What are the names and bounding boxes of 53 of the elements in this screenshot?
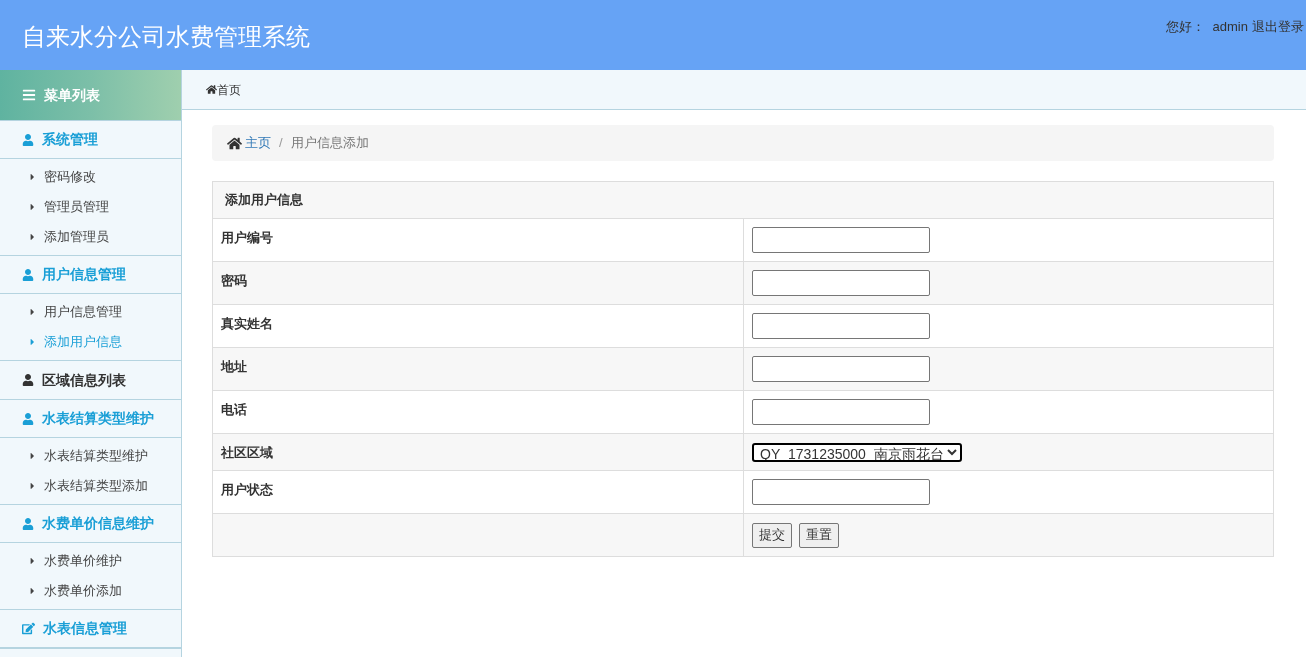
caret-icon bbox=[29, 232, 36, 242]
region-select[interactable]: QY_1731235000_南京雨花台 bbox=[752, 442, 962, 462]
user-icon bbox=[22, 412, 34, 425]
user-icon bbox=[22, 133, 34, 146]
form-button[interactable]: 重置 bbox=[799, 522, 839, 548]
logout-link[interactable]: 退出登录 bbox=[1252, 17, 1304, 37]
input-field[interactable] bbox=[752, 270, 930, 296]
menu-item[interactable]: 水表结算类型添加 bbox=[0, 471, 181, 501]
sidebar-title: 菜单列表 bbox=[44, 85, 100, 105]
input-field[interactable] bbox=[752, 313, 930, 339]
caret-icon bbox=[29, 202, 36, 212]
field-label: 地址 bbox=[221, 359, 247, 374]
menu-icon bbox=[22, 88, 36, 102]
site-title: 自来水分公司水费管理系统 bbox=[22, 22, 310, 52]
caret-icon bbox=[29, 172, 36, 182]
menu-group[interactable]: 区域信息列表 bbox=[0, 361, 181, 399]
field-label: 用户编号 bbox=[221, 230, 273, 245]
caret-icon bbox=[29, 481, 36, 491]
form-heading: 添加用户信息 bbox=[213, 182, 1273, 219]
menu-item[interactable]: 管理员管理 bbox=[0, 192, 181, 222]
menu-item[interactable]: 水表结算类型维护 bbox=[0, 441, 181, 471]
input-field[interactable] bbox=[752, 356, 930, 382]
input-field[interactable] bbox=[752, 479, 930, 505]
username-text: admin bbox=[1212, 18, 1248, 36]
user-icon bbox=[22, 374, 34, 386]
edit-icon bbox=[22, 622, 35, 635]
input-field[interactable] bbox=[752, 227, 930, 253]
menu-item[interactable]: 密码修改 bbox=[0, 162, 181, 192]
field-label: 电话 bbox=[221, 402, 247, 417]
breadcrumb-current: 用户信息添加 bbox=[290, 134, 369, 153]
caret-icon bbox=[29, 586, 36, 596]
caret-icon bbox=[29, 451, 36, 461]
input-field[interactable] bbox=[752, 399, 930, 425]
field-label: 密码 bbox=[221, 273, 247, 288]
field-label: 社区区域 bbox=[221, 445, 273, 460]
caret-icon bbox=[29, 556, 36, 566]
menu-item[interactable]: 水费单价添加 bbox=[0, 576, 181, 606]
menu-item[interactable]: 用户信息管理 bbox=[0, 297, 181, 327]
home-link[interactable]: 首页 bbox=[206, 80, 241, 99]
menu-item[interactable]: 水费单价维护 bbox=[0, 546, 181, 576]
home-icon bbox=[227, 135, 242, 151]
home-icon bbox=[206, 84, 217, 95]
menu-item[interactable]: 添加管理员 bbox=[0, 222, 181, 252]
user-icon bbox=[22, 517, 34, 530]
caret-icon bbox=[29, 307, 36, 317]
field-label: 真实姓名 bbox=[221, 316, 273, 331]
caret-icon bbox=[29, 337, 36, 347]
user-icon bbox=[22, 268, 34, 281]
breadcrumb-separator: / bbox=[279, 134, 283, 153]
breadcrumb-link[interactable]: 主页 bbox=[245, 133, 271, 153]
field-label: 用户状态 bbox=[221, 482, 273, 497]
greeting-text: 您好： bbox=[1165, 18, 1205, 36]
form-button[interactable]: 提交 bbox=[752, 522, 792, 548]
